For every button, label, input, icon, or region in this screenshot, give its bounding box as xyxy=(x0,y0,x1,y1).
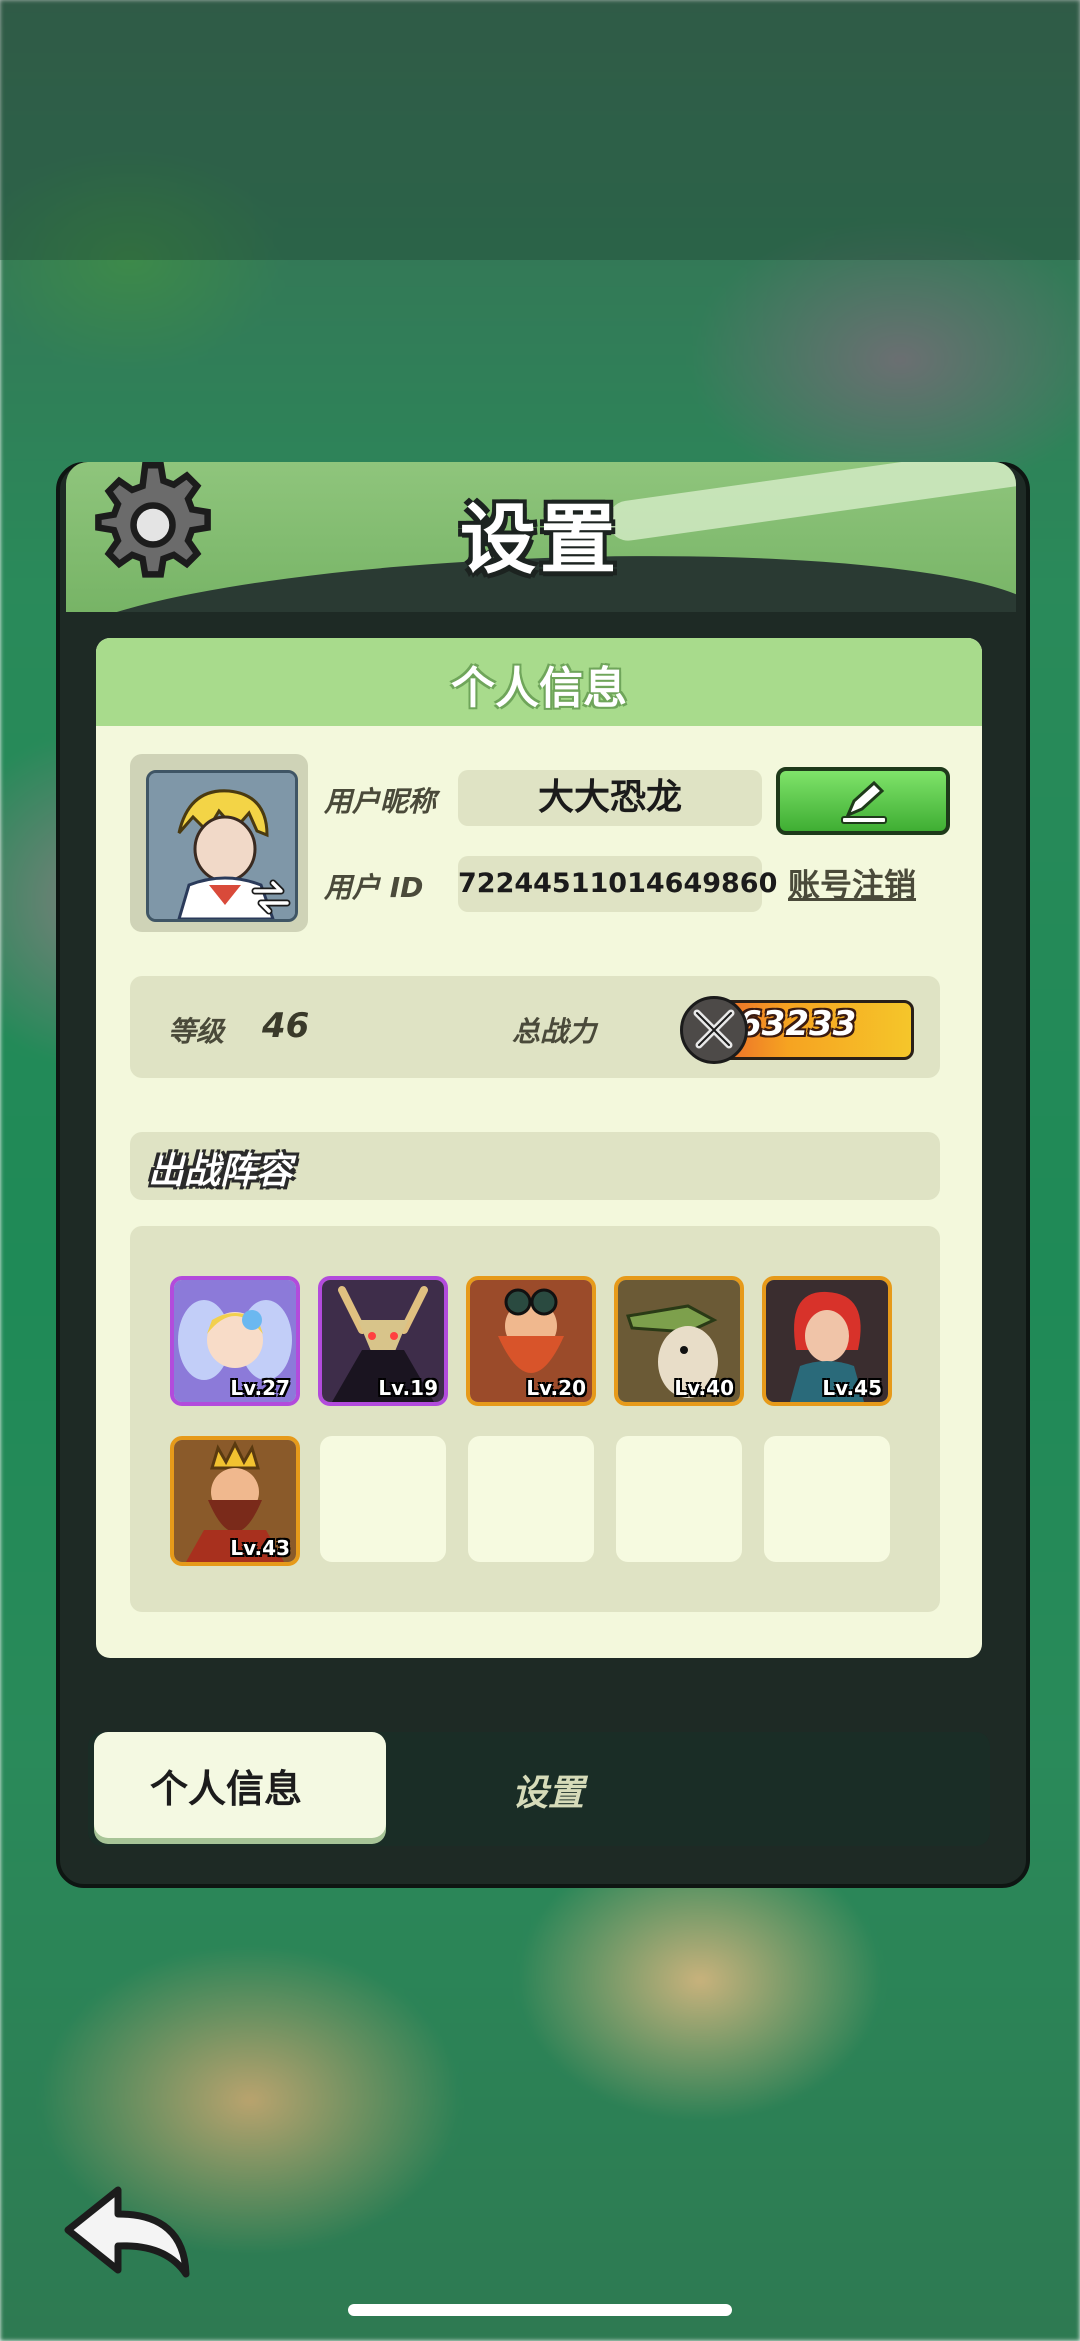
power-label: 总战力 xyxy=(512,1015,597,1048)
level-label: 等级 xyxy=(168,1015,225,1048)
tab-settings-label: 设置 xyxy=(512,1773,585,1814)
edit-nickname-button[interactable] xyxy=(776,767,950,835)
hero-level: Lv.45 xyxy=(822,1376,882,1400)
nickname-field: 大大恐龙 xyxy=(458,770,762,826)
hero-level: Lv.43 xyxy=(230,1536,290,1560)
hero-level: Lv.27 xyxy=(230,1376,290,1400)
profile-panel-header: 个人信息 xyxy=(96,638,982,726)
hero-slot-6[interactable]: Lv.43 xyxy=(170,1436,300,1566)
empty-hero-slot[interactable] xyxy=(764,1436,890,1562)
back-arrow-icon[interactable] xyxy=(58,2180,198,2280)
tab-profile-label: 个人信息 xyxy=(150,1767,303,1811)
game-hud-blurred xyxy=(0,0,1080,260)
tab-profile[interactable]: 个人信息 xyxy=(94,1732,386,1838)
avatar[interactable] xyxy=(146,770,298,922)
hero-slot-5[interactable]: Lv.45 xyxy=(762,1276,892,1406)
crossed-swords-icon xyxy=(680,996,748,1064)
tab-settings[interactable]: 设置 xyxy=(440,1742,680,1832)
user-id-field: 72244511014649860 xyxy=(458,856,777,912)
home-indicator[interactable] xyxy=(348,2304,732,2316)
account-cancel-link[interactable]: 账号注销 xyxy=(788,860,916,906)
nickname-label: 用户昵称 xyxy=(324,785,437,818)
swap-icon[interactable] xyxy=(251,879,291,915)
hero-level: Lv.20 xyxy=(526,1376,586,1400)
hero-level: Lv.40 xyxy=(674,1376,734,1400)
level-value: 46 xyxy=(262,1006,310,1046)
empty-hero-slot[interactable] xyxy=(468,1436,594,1562)
empty-hero-slot[interactable] xyxy=(616,1436,742,1562)
hero-slot-2[interactable]: Lv.19 xyxy=(318,1276,448,1406)
hero-slot-4[interactable]: Lv.40 xyxy=(614,1276,744,1406)
pencil-icon xyxy=(841,780,887,824)
hero-slot-1[interactable]: Lv.27 xyxy=(170,1276,300,1406)
empty-hero-slot[interactable] xyxy=(320,1436,446,1562)
user-id-label: 用户 ID xyxy=(324,871,424,904)
power-value: 63233 xyxy=(738,1004,857,1044)
hero-slot-3[interactable]: Lv.20 xyxy=(466,1276,596,1406)
page-title: 设置 xyxy=(460,495,620,584)
lineup-title: 出战阵容 xyxy=(148,1151,293,1192)
profile-panel-title: 个人信息 xyxy=(451,663,627,714)
hero-level: Lv.19 xyxy=(378,1376,438,1400)
